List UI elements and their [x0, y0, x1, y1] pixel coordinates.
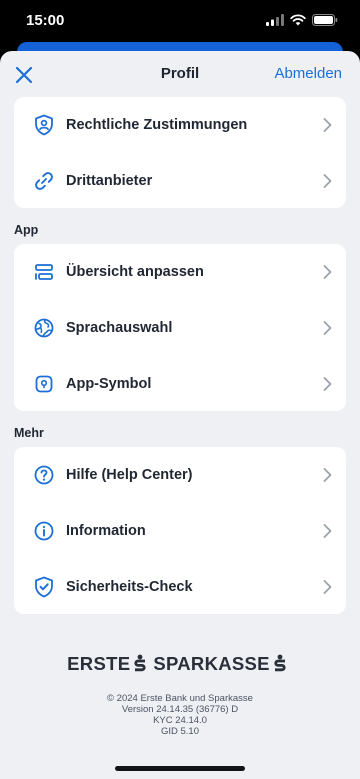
profile-sheet: Profil Abmelden Rechtliche Zustimmungen … — [0, 51, 360, 779]
chevron-right-icon — [323, 468, 332, 482]
home-indicator — [115, 766, 245, 771]
row-label: Übersicht anpassen — [66, 264, 204, 280]
shield-user-icon — [35, 114, 53, 136]
link-icon — [35, 172, 53, 190]
copyright-text: © 2024 Erste Bank und Sparkasse — [107, 693, 253, 704]
battery-icon — [312, 14, 338, 26]
status-time: 15:00 — [26, 12, 65, 29]
row-help-center[interactable]: Hilfe (Help Center) — [14, 447, 346, 503]
chevron-right-icon — [323, 265, 332, 279]
card-app: Übersicht anpassen Sprachauswahl App-Sym… — [14, 244, 346, 411]
version-text: Version 24.14.35 (36776) D — [121, 704, 239, 715]
layout-icon — [35, 264, 53, 280]
status-bar: 15:00 — [0, 0, 360, 44]
brand-logo: ERSTE SPARKASSE — [0, 653, 360, 675]
row-label: Information — [66, 523, 146, 539]
kyc-text: KYC 24.14.0 — [153, 715, 207, 726]
chevron-right-icon — [323, 174, 332, 188]
row-label: Drittanbieter — [66, 173, 153, 189]
row-label: App-Symbol — [66, 376, 152, 392]
row-legal-consents[interactable]: Rechtliche Zustimmungen — [14, 97, 346, 153]
chevron-right-icon — [323, 524, 332, 538]
signal-icon — [266, 14, 284, 26]
row-label: Rechtliche Zustimmungen — [66, 117, 248, 133]
sparkasse-s-logo-icon — [274, 654, 286, 672]
nav-bar: Profil Abmelden — [0, 51, 360, 99]
gid-text: GID 5.10 — [160, 726, 200, 737]
logout-button[interactable]: Abmelden — [274, 65, 342, 82]
footer-info: © 2024 Erste Bank und Sparkasse Version … — [0, 693, 360, 737]
row-information[interactable]: Information — [14, 503, 346, 559]
brand-sparkasse: SPARKASSE — [153, 653, 270, 674]
status-icons — [266, 14, 338, 26]
globe-icon — [34, 318, 54, 338]
sparkasse-s-logo-icon — [134, 654, 146, 672]
brand-erste: ERSTE — [67, 653, 131, 674]
row-customize-overview[interactable]: Übersicht anpassen — [14, 244, 346, 300]
section-title-app: App — [14, 223, 39, 237]
row-label: Sicherheits-Check — [66, 579, 193, 595]
wifi-icon — [290, 14, 306, 26]
chevron-right-icon — [323, 377, 332, 391]
shield-check-icon — [35, 576, 53, 598]
section-title-more: Mehr — [14, 426, 44, 440]
row-app-icon[interactable]: App-Symbol — [14, 356, 346, 411]
chevron-right-icon — [323, 118, 332, 132]
row-security-check[interactable]: Sicherheits-Check — [14, 559, 346, 614]
row-third-party[interactable]: Drittanbieter — [14, 153, 346, 208]
help-icon — [34, 465, 54, 485]
info-icon — [34, 521, 54, 541]
row-label: Sprachauswahl — [66, 320, 173, 336]
row-language[interactable]: Sprachauswahl — [14, 300, 346, 356]
row-label: Hilfe (Help Center) — [66, 467, 193, 483]
chevron-right-icon — [323, 580, 332, 594]
card-legal: Rechtliche Zustimmungen Drittanbieter — [14, 97, 346, 208]
chevron-right-icon — [323, 321, 332, 335]
app-symbol-icon — [35, 375, 53, 393]
card-more: Hilfe (Help Center) Information Sicherhe… — [14, 447, 346, 614]
